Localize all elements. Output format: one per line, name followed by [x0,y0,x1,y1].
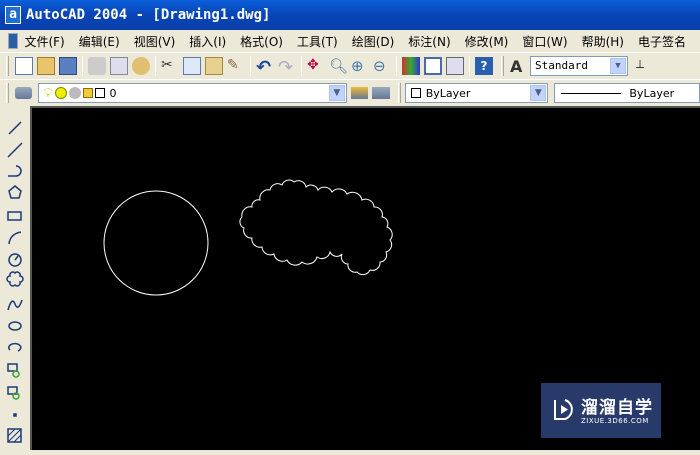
sun-icon[interactable] [54,87,67,99]
tool-palettes-icon[interactable] [446,56,464,75]
layer-manager-icon[interactable] [14,87,33,99]
polygon-icon[interactable] [8,185,22,199]
menu-format[interactable]: 格式(O) [240,33,283,50]
menu-tools[interactable]: 工具(T) [297,33,338,50]
point-icon[interactable] [13,413,17,417]
menu-modify[interactable]: 修改(M) [465,33,509,50]
lightbulb-icon[interactable]: 💡︎ [43,86,52,101]
watermark: 溜溜自学 ZIXUE.3D66.COM [541,383,661,438]
lock-icon[interactable] [82,88,93,98]
rectangle-icon[interactable] [7,211,22,221]
window-title: AutoCAD 2004 - [Drawing1.dwg] [26,7,271,23]
publish-icon[interactable] [132,56,150,75]
redo-icon[interactable]: ↷ [278,57,296,78]
open-icon[interactable] [37,56,55,75]
zoom-previous-icon[interactable]: ⊖ [373,57,391,75]
document-icon[interactable] [8,33,19,49]
dimension-style-icon[interactable]: ⟂ [636,57,654,75]
new-icon[interactable] [15,56,33,75]
toolbar-grip[interactable] [6,55,9,76]
menu-bar: 文件(F) 编辑(E) 视图(V) 插入(I) 格式(O) 工具(T) 绘图(D… [0,30,700,52]
properties-icon[interactable] [402,56,420,75]
draw-tools [6,121,24,443]
draw-toolbar [0,106,30,450]
standard-toolbar: ✂ ✎ ↶ ↷ ✥ 🔍︎ ⊕ ⊖ ? A Standard ▼ ⟂ [0,52,700,78]
linetype-select[interactable]: ByLayer [554,83,700,103]
paste-icon[interactable] [205,56,223,75]
menu-edit[interactable]: 编辑(E) [79,33,120,50]
insert-block-icon[interactable] [7,363,20,378]
design-center-icon[interactable] [424,56,442,75]
watermark-name: 溜溜自学 [581,398,653,418]
menu-view[interactable]: 视图(V) [134,33,176,50]
arc-icon[interactable] [8,231,22,245]
menu-window[interactable]: 窗口(W) [522,33,567,50]
menu-insert[interactable]: 插入(I) [189,33,226,50]
make-block-icon[interactable] [7,386,20,400]
layer-select[interactable]: 💡︎ 0 ▼ [38,83,347,103]
text-style-select[interactable]: Standard ▼ [530,55,628,76]
layer-previous-icon[interactable] [372,87,390,99]
match-properties-icon[interactable]: ✎ [227,57,245,75]
spline-icon[interactable] [7,299,23,311]
save-icon[interactable] [59,56,77,75]
print-preview-icon[interactable] [110,56,128,75]
layer-name: 0 [109,86,117,100]
color-select[interactable]: ByLayer ▼ [404,83,549,103]
menu-esign[interactable]: 电子签名 [638,33,686,50]
autocad-app-icon[interactable]: a [5,6,21,24]
copy-icon[interactable] [183,56,201,75]
ellipse-arc-icon[interactable] [8,342,22,352]
linetype-preview [561,92,622,94]
ellipse-icon[interactable] [8,321,22,331]
circle-entity[interactable] [103,190,209,296]
chevron-down-icon[interactable]: ▼ [610,57,626,74]
linetype-value: ByLayer [629,86,675,100]
undo-icon[interactable]: ↶ [256,57,274,78]
color-value: ByLayer [425,86,471,100]
hatch-icon[interactable] [7,428,22,443]
text-style-value: Standard [535,59,588,72]
zoom-window-icon[interactable]: ⊕ [351,57,369,75]
toolbar-grip[interactable] [6,83,9,103]
color-swatch [410,88,421,98]
play-logo-icon [554,399,573,420]
polyline-icon[interactable] [8,165,22,177]
pan-icon[interactable]: ✥ [307,57,325,75]
circle-icon[interactable] [8,253,22,267]
text-style-icon[interactable]: A [510,57,528,76]
help-icon[interactable]: ? [475,56,493,75]
title-bar: a AutoCAD 2004 - [Drawing1.dwg] [0,0,700,30]
chevron-down-icon[interactable]: ▼ [530,85,547,101]
menu-file[interactable]: 文件(F) [24,33,64,50]
line-icon[interactable] [8,121,22,135]
print-icon[interactable] [88,56,106,75]
make-object-layer-current-icon[interactable] [350,87,369,99]
zoom-realtime-icon[interactable]: 🔍︎ [329,57,348,75]
menu-dimension[interactable]: 标注(N) [408,33,450,50]
layers-toolbar: 💡︎ 0 ▼ ByLayer ▼ ByLayer [0,79,700,106]
construction-line-icon[interactable] [7,142,23,158]
chevron-down-icon[interactable]: ▼ [328,85,345,101]
revision-cloud-entity[interactable] [239,179,393,276]
revision-cloud-icon[interactable] [6,271,24,287]
menu-draw[interactable]: 绘图(D) [352,33,395,50]
viewport-freeze-icon[interactable] [68,87,81,99]
cut-icon[interactable]: ✂ [161,57,179,75]
menu-help[interactable]: 帮助(H) [582,33,624,50]
watermark-url: ZIXUE.3D66.COM [581,417,649,425]
layer-color-swatch [94,88,105,98]
